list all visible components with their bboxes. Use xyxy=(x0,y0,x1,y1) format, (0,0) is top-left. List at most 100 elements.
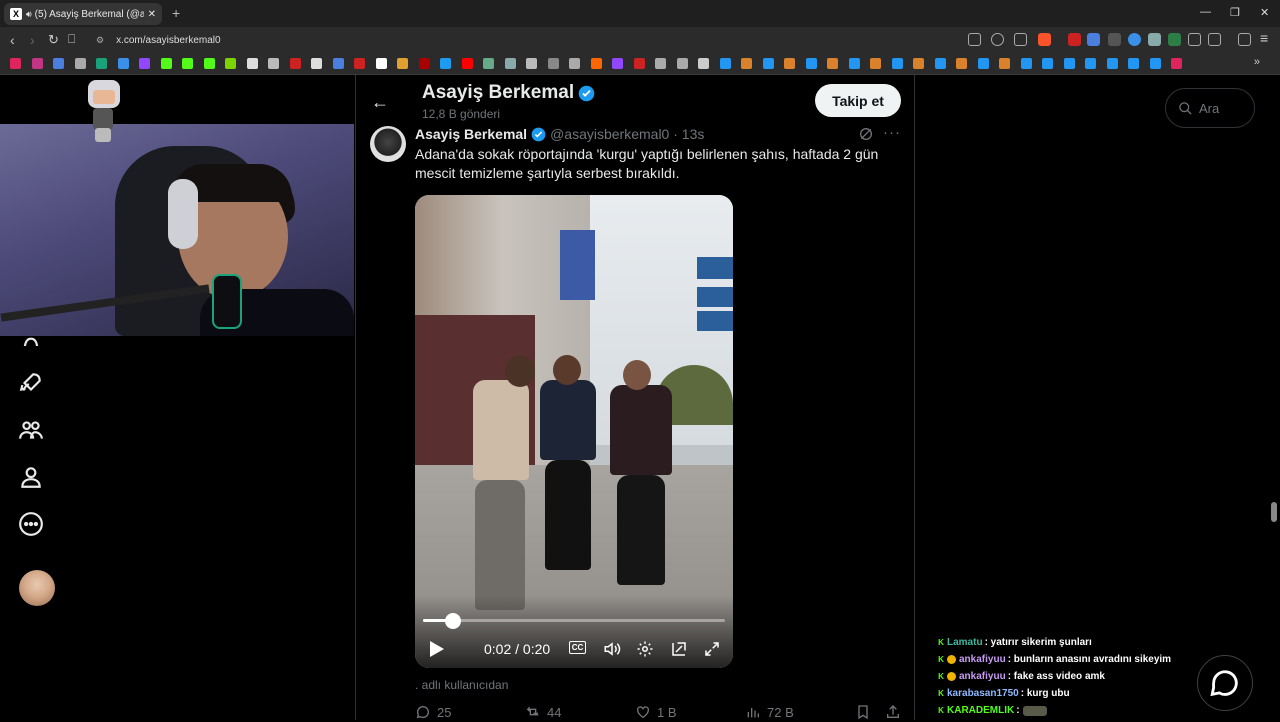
bookmark-favicon-icon[interactable] xyxy=(1128,58,1139,69)
fullscreen-icon[interactable] xyxy=(703,640,721,658)
close-tab-icon[interactable]: ✕ xyxy=(148,9,156,20)
bookmark-favicon-icon[interactable] xyxy=(204,58,215,69)
bookmark-favicon-icon[interactable] xyxy=(913,58,924,69)
minimize-icon[interactable]: — xyxy=(1200,6,1211,18)
messages-button[interactable] xyxy=(1197,655,1253,711)
bookmark-favicon-icon[interactable] xyxy=(505,58,516,69)
zoom-icon[interactable] xyxy=(991,33,1004,46)
close-window-icon[interactable]: ✕ xyxy=(1260,6,1269,19)
video-progress-bar[interactable] xyxy=(423,619,725,622)
bookmark-favicon-icon[interactable] xyxy=(634,58,645,69)
volume-icon[interactable] xyxy=(603,640,621,658)
reload-icon[interactable]: ↻ xyxy=(48,32,59,48)
bookmark-favicon-icon[interactable] xyxy=(526,58,537,69)
media-icon[interactable] xyxy=(1238,33,1251,46)
bookmark-favicon-icon[interactable] xyxy=(784,58,795,69)
screen-icon[interactable] xyxy=(968,33,981,46)
bookmark-favicon-icon[interactable] xyxy=(333,58,344,69)
back-arrow-icon[interactable]: ← xyxy=(371,92,389,113)
share-icon[interactable] xyxy=(1014,33,1027,46)
tweet-author-name[interactable]: Asayiş Berkemal xyxy=(415,126,527,142)
video-player[interactable]: 0:02 / 0:20 CC xyxy=(415,195,733,668)
bookmark-favicon-icon[interactable] xyxy=(53,58,64,69)
bookmark-favicon-icon[interactable] xyxy=(96,58,107,69)
bookmark-favicon-icon[interactable] xyxy=(548,58,559,69)
bookmark-favicon-icon[interactable] xyxy=(849,58,860,69)
bookmark-favicon-icon[interactable] xyxy=(247,58,258,69)
extension-icon[interactable] xyxy=(1168,33,1181,46)
bookmark-favicon-icon[interactable] xyxy=(75,58,86,69)
bookmark-favicon-icon[interactable] xyxy=(999,58,1010,69)
bookmark-favicon-icon[interactable] xyxy=(978,58,989,69)
bookmark-favicon-icon[interactable] xyxy=(483,58,494,69)
bookmark-favicon-icon[interactable] xyxy=(591,58,602,69)
extension-icon[interactable] xyxy=(1148,33,1161,46)
back-icon[interactable]: ‹ xyxy=(10,32,15,48)
premium-rocket-icon[interactable] xyxy=(18,370,44,396)
video-source-note[interactable]: . adlı kullanıcıdan xyxy=(415,678,508,692)
address-bar[interactable]: ⚙ x.com/asayisberkemal0 xyxy=(88,30,1100,50)
bookmark-favicon-icon[interactable] xyxy=(311,58,322,69)
play-icon[interactable] xyxy=(429,640,445,658)
maximize-icon[interactable]: ❐ xyxy=(1230,6,1240,19)
bookmark-favicon-icon[interactable] xyxy=(763,58,774,69)
bookmark-favicon-icon[interactable] xyxy=(225,58,236,69)
bookmark-favicon-icon[interactable] xyxy=(956,58,967,69)
forward-icon[interactable]: › xyxy=(30,32,35,48)
brave-shield-icon[interactable] xyxy=(1038,33,1051,46)
new-tab-button[interactable]: + xyxy=(172,5,180,21)
bookmark-favicon-icon[interactable] xyxy=(290,58,301,69)
bookmark-favicon-icon[interactable] xyxy=(354,58,365,69)
bookmark-favicon-icon[interactable] xyxy=(892,58,903,69)
menu-icon[interactable]: ≡ xyxy=(1260,30,1268,46)
more-options-icon[interactable] xyxy=(18,511,44,537)
bookmark-favicon-icon[interactable] xyxy=(569,58,580,69)
settings-gear-icon[interactable] xyxy=(636,640,654,658)
tweet-author-avatar[interactable] xyxy=(370,126,406,162)
bookmark-favicon-icon[interactable] xyxy=(1085,58,1096,69)
bookmark-favicon-icon[interactable] xyxy=(1064,58,1075,69)
more-dots-icon[interactable]: ··· xyxy=(883,124,901,141)
bookmark-favicon-icon[interactable] xyxy=(419,58,430,69)
account-avatar[interactable] xyxy=(19,570,55,606)
bookmark-favicon-icon[interactable] xyxy=(720,58,731,69)
bookmark-favicon-icon[interactable] xyxy=(612,58,623,69)
tweet-handle[interactable]: @asayisberkemal0 · 13s xyxy=(550,126,704,142)
bookmark-favicon-icon[interactable] xyxy=(1021,58,1032,69)
bookmark-favicon-icon[interactable] xyxy=(935,58,946,69)
share-tweet-button[interactable] xyxy=(885,704,907,720)
bookmark-favicon-icon[interactable] xyxy=(161,58,172,69)
bookmark-favicon-icon[interactable] xyxy=(10,58,21,69)
captions-icon[interactable]: CC xyxy=(569,641,586,654)
bookmark-favicon-icon[interactable] xyxy=(870,58,881,69)
extension-icon[interactable] xyxy=(1108,33,1121,46)
follow-button[interactable]: Takip et xyxy=(815,84,901,117)
extension-icon[interactable] xyxy=(1068,33,1081,46)
notifications-icon[interactable] xyxy=(18,330,44,346)
sidebar-icon[interactable] xyxy=(1208,33,1221,46)
bookmark-favicon-icon[interactable] xyxy=(827,58,838,69)
bookmark-favicon-icon[interactable] xyxy=(462,58,473,69)
bookmark-favicon-icon[interactable] xyxy=(118,58,129,69)
bookmark-favicon-icon[interactable] xyxy=(1171,58,1182,69)
bookmark-tweet-button[interactable] xyxy=(855,704,877,720)
bookmark-favicon-icon[interactable] xyxy=(1150,58,1161,69)
browser-tab[interactable]: X 🔊︎ (5) Asayiş Berkemal (@asayis ✕ xyxy=(4,3,162,25)
retweet-button[interactable]: 44 xyxy=(525,704,561,720)
site-info-icon[interactable]: ⚙ xyxy=(96,35,104,46)
communities-icon[interactable] xyxy=(18,417,44,443)
reply-button[interactable]: 25 xyxy=(415,704,451,720)
bookmark-favicon-icon[interactable] xyxy=(32,58,43,69)
bookmark-favicon-icon[interactable] xyxy=(677,58,688,69)
bookmark-favicon-icon[interactable] xyxy=(139,58,150,69)
bookmark-icon[interactable]: ⎕ xyxy=(68,32,75,47)
bookmark-favicon-icon[interactable] xyxy=(655,58,666,69)
bookmark-favicon-icon[interactable] xyxy=(376,58,387,69)
more-bookmarks-icon[interactable]: » xyxy=(1254,56,1260,68)
bookmark-favicon-icon[interactable] xyxy=(698,58,709,69)
bookmark-favicon-icon[interactable] xyxy=(1107,58,1118,69)
extension-icon[interactable] xyxy=(1128,33,1141,46)
views-button[interactable]: 72 B xyxy=(745,704,794,720)
bookmark-favicon-icon[interactable] xyxy=(440,58,451,69)
extensions-puzzle-icon[interactable] xyxy=(1188,33,1201,46)
